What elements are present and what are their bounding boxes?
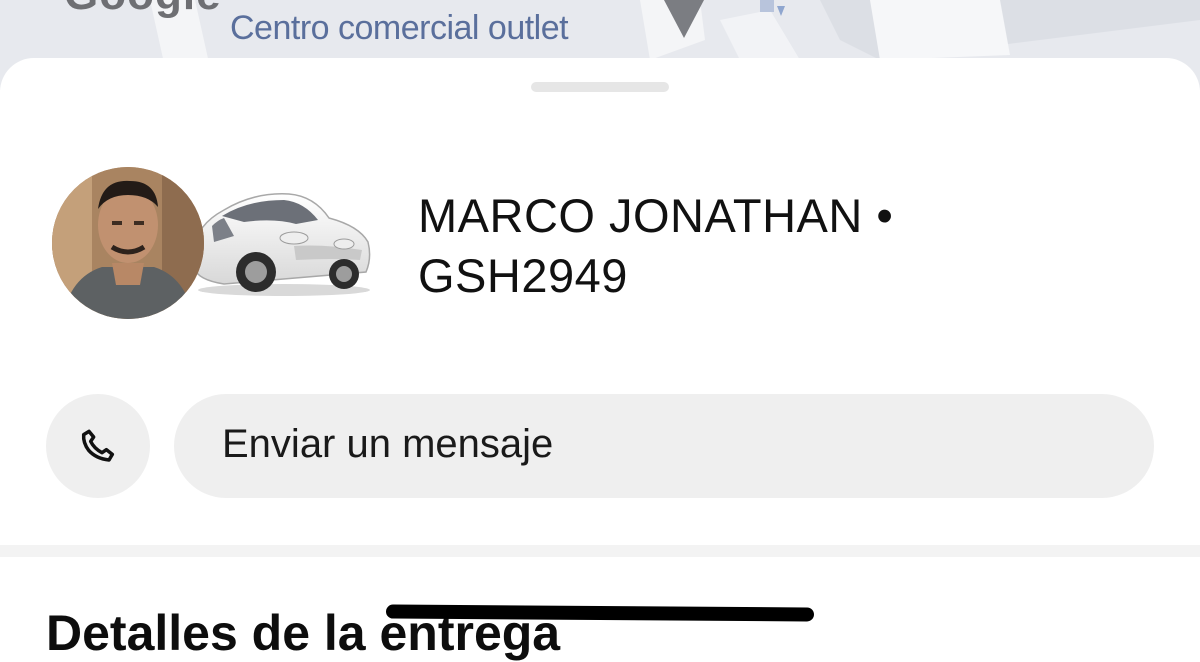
map-logo: Google [64,0,222,20]
redaction-mark [385,604,815,622]
driver-photo [52,167,204,319]
driver-info: MARCO JONATHAN • GSH2949 [0,166,1200,326]
sheet-grabber[interactable] [531,82,669,92]
send-message-button[interactable]: Enviar un mensaje [174,394,1154,498]
call-button[interactable] [46,394,150,498]
driver-details: MARCO JONATHAN • GSH2949 [418,186,1018,306]
driver-name: MARCO JONATHAN • [418,189,894,242]
map-pin-icon[interactable] [664,0,704,42]
trip-sheet: MARCO JONATHAN • GSH2949 Enviar un mensa… [0,58,1200,661]
send-message-label: Enviar un mensaje [222,422,554,466]
section-divider [0,545,1200,557]
driver-avatar[interactable] [52,167,204,319]
phone-icon [81,429,115,462]
vehicle-plate: GSH2949 [418,249,628,302]
car-image [193,193,371,296]
map-place-label[interactable]: Centro comercial outlet [230,9,569,48]
